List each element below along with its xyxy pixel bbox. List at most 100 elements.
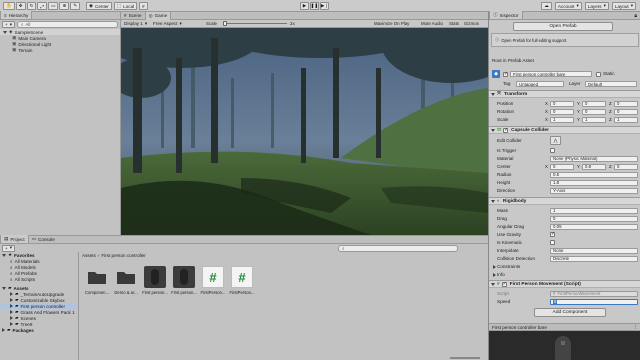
- expand-arrow-icon[interactable]: [10, 322, 13, 326]
- rotate-tool-button[interactable]: ↻: [26, 2, 37, 10]
- custom-tool-button[interactable]: ✎: [70, 2, 81, 10]
- expand-arrow-icon[interactable]: [10, 292, 13, 296]
- gizmos-dropdown[interactable]: Gizmos: [464, 21, 479, 26]
- expand-arrow-icon[interactable]: [10, 304, 13, 308]
- expand-arrow-icon[interactable]: [10, 310, 13, 314]
- pause-button[interactable]: ❚❚: [310, 2, 319, 10]
- tab-game[interactable]: ◎ Game: [144, 11, 172, 20]
- info-foldout[interactable]: Info: [489, 271, 640, 278]
- stats-toggle[interactable]: Stats: [449, 21, 459, 26]
- asset-item[interactable]: # FirstPerson...: [200, 266, 226, 295]
- expand-arrow-icon[interactable]: [2, 253, 6, 257]
- expand-arrow-icon[interactable]: [10, 298, 13, 302]
- height-field[interactable]: 1.8: [550, 179, 638, 186]
- hierarchy-search-input[interactable]: ⌕ All: [17, 21, 118, 28]
- object-name-field[interactable]: First person controller bare: [510, 71, 592, 77]
- component-enabled-checkbox[interactable]: [501, 281, 507, 287]
- foldout-arrow-icon[interactable]: [491, 199, 495, 203]
- thumbnail-size-slider[interactable]: [450, 357, 480, 359]
- transform-header[interactable]: ⤧ Transform: [489, 90, 640, 98]
- move-tool-button[interactable]: ✥: [15, 2, 26, 10]
- center-z-field[interactable]: 0: [614, 163, 638, 170]
- foldout-arrow-icon[interactable]: [491, 128, 495, 132]
- asset-item[interactable]: # FirstPerson...: [229, 266, 255, 295]
- position-x-field[interactable]: 0: [550, 100, 574, 107]
- movement-script-header[interactable]: # First Person Movement (Script): [489, 280, 640, 288]
- tab-console[interactable]: ▭ Console: [29, 235, 58, 243]
- tab-hierarchy[interactable]: ≡ Hierarchy: [0, 11, 33, 19]
- position-y-field[interactable]: 0: [582, 100, 606, 107]
- add-component-button[interactable]: Add Component: [534, 308, 606, 317]
- game-viewport[interactable]: [121, 28, 488, 235]
- edit-collider-button[interactable]: ⋀: [550, 136, 561, 145]
- speed-field[interactable]: 5: [550, 298, 638, 305]
- play-button[interactable]: ▶: [300, 2, 309, 10]
- prefab-preview[interactable]: [489, 331, 640, 360]
- scale-x-field[interactable]: 1: [550, 116, 574, 123]
- layout-dropdown[interactable]: Layout ▾: [611, 2, 636, 10]
- use-gravity-checkbox[interactable]: [550, 231, 555, 237]
- account-dropdown[interactable]: Account ▾: [554, 2, 582, 10]
- more-icon[interactable]: ⋮: [633, 324, 638, 330]
- aspect-dropdown[interactable]: Free Aspect ▾: [151, 20, 184, 27]
- favorite-item[interactable]: ⌕ All Scripts: [0, 276, 78, 282]
- center-y-field[interactable]: 0.9: [582, 163, 606, 170]
- layers-dropdown[interactable]: Layers ▾: [584, 2, 609, 10]
- expand-arrow-icon[interactable]: [2, 286, 6, 290]
- foldout-arrow-icon[interactable]: [491, 282, 495, 286]
- angular-drag-field[interactable]: 0.05: [550, 223, 638, 230]
- radius-field[interactable]: 0.5: [550, 171, 638, 178]
- drag-field[interactable]: 0: [550, 215, 638, 222]
- preview-header[interactable]: First person controller bare ⋮: [489, 323, 640, 331]
- asset-item[interactable]: Demo & ar...: [113, 266, 139, 295]
- transform-tool-button[interactable]: ⊕: [59, 2, 70, 10]
- scale-tool-button[interactable]: ⤢: [37, 2, 48, 10]
- tab-project[interactable]: ▤ Project: [0, 235, 29, 243]
- asset-item[interactable]: First person...: [171, 266, 197, 295]
- is-kinematic-checkbox[interactable]: [550, 240, 555, 245]
- maximize-on-play-toggle[interactable]: Maximize On Play: [374, 21, 409, 26]
- lock-icon[interactable]: 🔒︎: [634, 13, 637, 19]
- is-trigger-checkbox[interactable]: [550, 148, 555, 153]
- rotation-z-field[interactable]: 0: [614, 108, 638, 115]
- foldout-arrow-icon[interactable]: [493, 265, 496, 269]
- component-enabled-checkbox[interactable]: [503, 127, 508, 133]
- material-field[interactable]: None (Physic Material): [550, 155, 638, 162]
- packages-row[interactable]: ▰ Packages: [0, 327, 78, 333]
- constraints-foldout[interactable]: Constraints: [489, 263, 640, 270]
- static-checkbox[interactable]: [596, 72, 601, 77]
- scale-y-field[interactable]: 1: [582, 116, 606, 123]
- space-toggle[interactable]: ⬚ Local: [113, 2, 138, 10]
- open-prefab-button[interactable]: Open Prefab: [513, 22, 613, 31]
- asset-item[interactable]: Componen...: [84, 266, 110, 295]
- capsule-collider-header[interactable]: ⬭ Capsule Collider: [489, 126, 640, 134]
- mute-audio-toggle[interactable]: Mute Audio: [421, 21, 443, 26]
- grid-snap-button[interactable]: #: [139, 2, 148, 10]
- create-button[interactable]: + ▾: [2, 21, 15, 28]
- breadcrumb-item[interactable]: Assets: [82, 253, 96, 258]
- tag-dropdown[interactable]: Untagged: [516, 81, 564, 87]
- position-z-field[interactable]: 0: [614, 100, 638, 107]
- foldout-arrow-icon[interactable]: [493, 273, 496, 277]
- collision-detection-dropdown[interactable]: Discrete: [550, 255, 638, 262]
- asset-item[interactable]: First person...: [142, 266, 168, 295]
- center-x-field[interactable]: 0: [550, 163, 574, 170]
- mass-field[interactable]: 1: [550, 207, 638, 214]
- collab-button[interactable]: ☁: [541, 2, 552, 10]
- active-checkbox[interactable]: [503, 71, 508, 77]
- expand-arrow-icon[interactable]: [2, 328, 5, 332]
- hierarchy-item-terrain[interactable]: ▣ Terrain: [0, 47, 120, 53]
- scale-z-field[interactable]: 1: [614, 116, 638, 123]
- tab-scene[interactable]: # Scene: [121, 12, 145, 20]
- rotation-y-field[interactable]: 0: [582, 108, 606, 115]
- project-search-input[interactable]: ⌕: [338, 244, 458, 252]
- tab-inspector[interactable]: ⓘ Inspector: [489, 11, 523, 19]
- expand-arrow-icon[interactable]: [3, 30, 7, 34]
- step-button[interactable]: ▶❘: [320, 2, 329, 10]
- foldout-arrow-icon[interactable]: [491, 92, 495, 96]
- expand-arrow-icon[interactable]: [10, 316, 13, 320]
- breadcrumb-item[interactable]: First person controller: [101, 253, 145, 258]
- interpolate-dropdown[interactable]: None: [550, 247, 638, 254]
- direction-dropdown[interactable]: Y-Axis: [550, 187, 638, 194]
- rect-tool-button[interactable]: ▭: [48, 2, 59, 10]
